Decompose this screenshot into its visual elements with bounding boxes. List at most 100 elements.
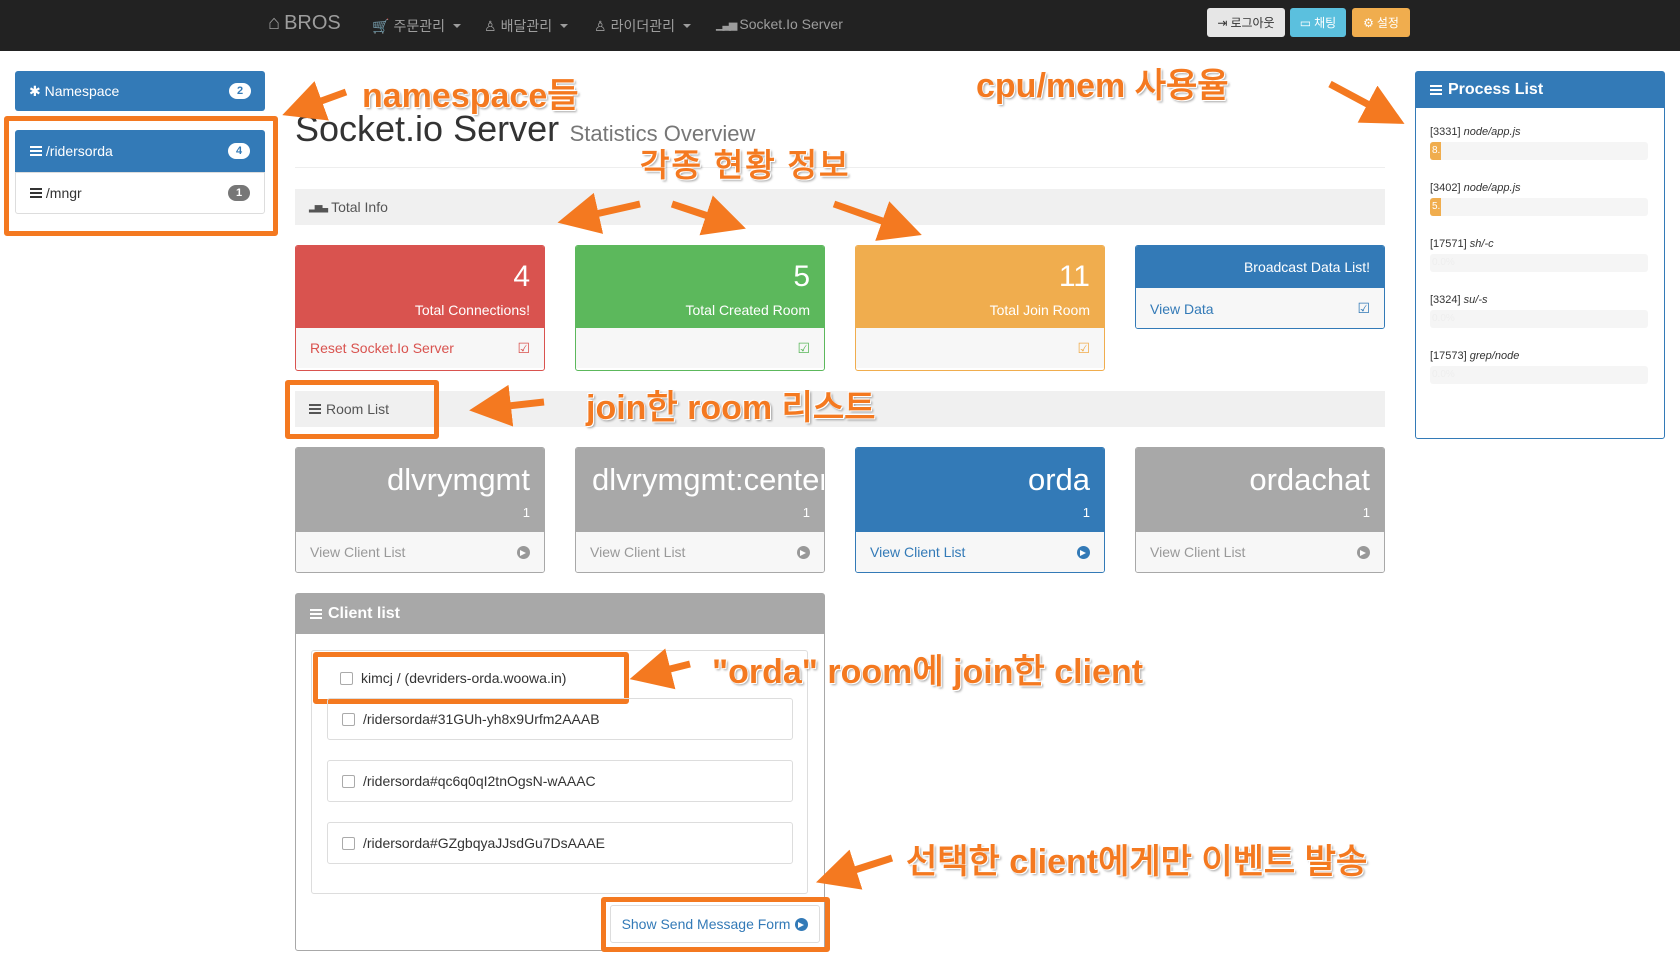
checkbox[interactable] [342, 712, 355, 726]
process-pid: [17573] [1430, 350, 1470, 362]
stat-card-top: 11 Total Join Room [856, 246, 1104, 328]
settings-button[interactable]: ⚙ 설정 [1352, 8, 1410, 37]
list-icon [30, 146, 42, 156]
sidebar-item-label: /ridersorda [45, 143, 113, 159]
top-navbar: ⌂ BROS 🛒 주문관리 ♙ 배달관리 ♙ 라이더관리 ▁▃▅ Socket.… [0, 0, 1680, 51]
room-list-highlight-box [285, 380, 439, 439]
process-usage-fill: 0.0% [1432, 369, 1455, 380]
view-client-list-label: View Client List [1150, 544, 1246, 560]
view-client-list-link[interactable]: View Client List [296, 532, 544, 572]
stat-value: 11 [1058, 260, 1090, 293]
user-icon: ♙ [594, 17, 607, 34]
brand-link[interactable]: ⌂ BROS [268, 12, 341, 35]
stat-value: 4 [513, 260, 530, 293]
sidebar-item-mngr[interactable]: /mngr 1 [15, 172, 265, 214]
asterisk-icon: ✱ [29, 82, 45, 99]
cart-icon: 🛒 [372, 17, 390, 34]
client-group-highlight-box [313, 652, 629, 704]
view-client-list-link[interactable]: View Client List [1136, 532, 1384, 572]
reset-server-link[interactable]: Reset Socket.Io Server ☑ [296, 328, 544, 368]
stat-card-top: 4 Total Connections! [296, 246, 544, 328]
nav-delivery-label: 배달관리 [500, 18, 553, 34]
caret-down-icon [560, 24, 569, 28]
total-created-room-card: 5 Total Created Room ☑ [575, 245, 825, 371]
client-list-title: Client list [328, 605, 401, 622]
client-row[interactable]: /ridersorda#GZgbqyaJJsdGu7DsAAAE [327, 822, 793, 864]
circle-arrow-right-icon [517, 545, 530, 559]
sidebar-item-title: /mngr [30, 185, 82, 201]
logout-button[interactable]: ⇥ 로그아웃 [1207, 8, 1285, 37]
namespace-header-title: ✱ Namespace [29, 83, 119, 100]
annotation-namespace: namespace들 [362, 77, 579, 115]
settings-label: 설정 [1376, 16, 1399, 30]
check-square-icon: ☑ [797, 339, 810, 356]
stat-label: Total Connections! [414, 302, 530, 318]
room-name: dlvrymgmt [387, 462, 530, 497]
show-send-message-form-button[interactable]: Show Send Message Form [610, 905, 820, 943]
view-data-link[interactable]: View Data ☑ [1136, 288, 1384, 328]
room-name: dlvrymgmt:center [592, 462, 824, 497]
annotation-room-list: join한 room 리스트 [586, 389, 876, 427]
send-button-label: Show Send Message Form [621, 916, 791, 932]
room-card-orda: orda 1 View Client List [855, 447, 1105, 573]
process-label: [3402] node/app.js [1430, 182, 1648, 194]
circle-arrow-right-icon [795, 917, 809, 931]
nav-rider-menu[interactable]: ♙ 라이더관리 [594, 16, 691, 36]
caret-down-icon [452, 24, 461, 28]
list-icon [1430, 85, 1442, 95]
process-usage-bar: 0.0% [1430, 366, 1648, 384]
arrow-namespace [282, 81, 348, 121]
process-command: sh/-c [1469, 238, 1494, 250]
annotation-orda-client: "orda" room에 join한 client [712, 653, 1144, 691]
process-command: su/-s [1463, 294, 1488, 306]
room-count: 1 [802, 505, 810, 520]
nav-delivery-menu[interactable]: ♙ 배달관리 [484, 16, 569, 36]
sidebar-item-label: /mngr [45, 185, 82, 201]
check-square-icon: ☑ [517, 339, 530, 356]
client-id: /ridersorda#GZgbqyaJJsdGu7DsAAAE [363, 835, 605, 851]
total-connections-card: 4 Total Connections! Reset Socket.Io Ser… [295, 245, 545, 371]
process-command: grep/node [1469, 350, 1520, 362]
chat-icon: ▭ [1299, 15, 1312, 30]
sidebar-item-badge: 1 [228, 185, 250, 201]
checkbox[interactable] [342, 774, 355, 788]
nav-order-menu[interactable]: 🛒 주문관리 [372, 16, 461, 36]
process-item: [3402] node/app.js 5.1% [1430, 182, 1648, 216]
sidebar-item-ridersorda[interactable]: /ridersorda 4 [15, 130, 265, 172]
view-client-list-label: View Client List [870, 544, 966, 560]
process-list-title: Process List [1448, 81, 1544, 98]
created-room-footer-link[interactable]: ☑ [576, 328, 824, 368]
process-usage-fill: 0.0% [1432, 313, 1455, 324]
process-usage-fill: 0.0% [1432, 257, 1455, 268]
checkbox[interactable] [342, 836, 355, 850]
home-icon: ⌂ [268, 12, 281, 34]
gear-icon: ⚙ [1363, 15, 1374, 30]
circle-arrow-right-icon [797, 545, 810, 559]
brand-label: BROS [284, 12, 341, 34]
view-client-list-link[interactable]: View Client List [856, 532, 1104, 572]
process-pid: [3402] [1430, 182, 1464, 194]
nav-socket-server[interactable]: ▁▃▅ Socket.Io Server [716, 16, 843, 32]
logout-icon: ⇥ [1217, 15, 1228, 30]
stat-label: Total Join Room [989, 302, 1090, 318]
join-room-footer-link[interactable]: ☑ [856, 328, 1104, 368]
circle-arrow-right-icon [1077, 545, 1090, 559]
view-client-list-link[interactable]: View Client List [576, 532, 824, 572]
stat-value: 5 [793, 260, 810, 293]
process-list-items: [3331] node/app.js 8.1% [3402] node/app.js… [1430, 126, 1648, 406]
process-item: [3324] su/-s 0.0% [1430, 294, 1648, 328]
process-pid: [3331] [1430, 126, 1464, 138]
client-row[interactable]: /ridersorda#qc6q0qI2tnOgsN-wAAAC [327, 760, 793, 802]
chat-button[interactable]: ▭ 채팅 [1290, 8, 1346, 37]
room-name: ordachat [1249, 462, 1370, 497]
client-row[interactable]: /ridersorda#31GUh-yh8x9Urfm2AAAB [327, 698, 793, 740]
namespace-count-badge: 2 [229, 83, 251, 99]
room-count: 1 [522, 505, 530, 520]
sidebar-item-badge: 4 [228, 143, 250, 159]
room-card-ordachat: ordachat 1 View Client List [1135, 447, 1385, 573]
client-id: /ridersorda#31GUh-yh8x9Urfm2AAAB [363, 711, 600, 727]
process-usage-bar: 8.1% [1430, 142, 1648, 160]
reset-server-label: Reset Socket.Io Server [310, 340, 454, 356]
check-square-icon: ☑ [1077, 339, 1090, 356]
circle-arrow-right-icon [1357, 545, 1370, 559]
